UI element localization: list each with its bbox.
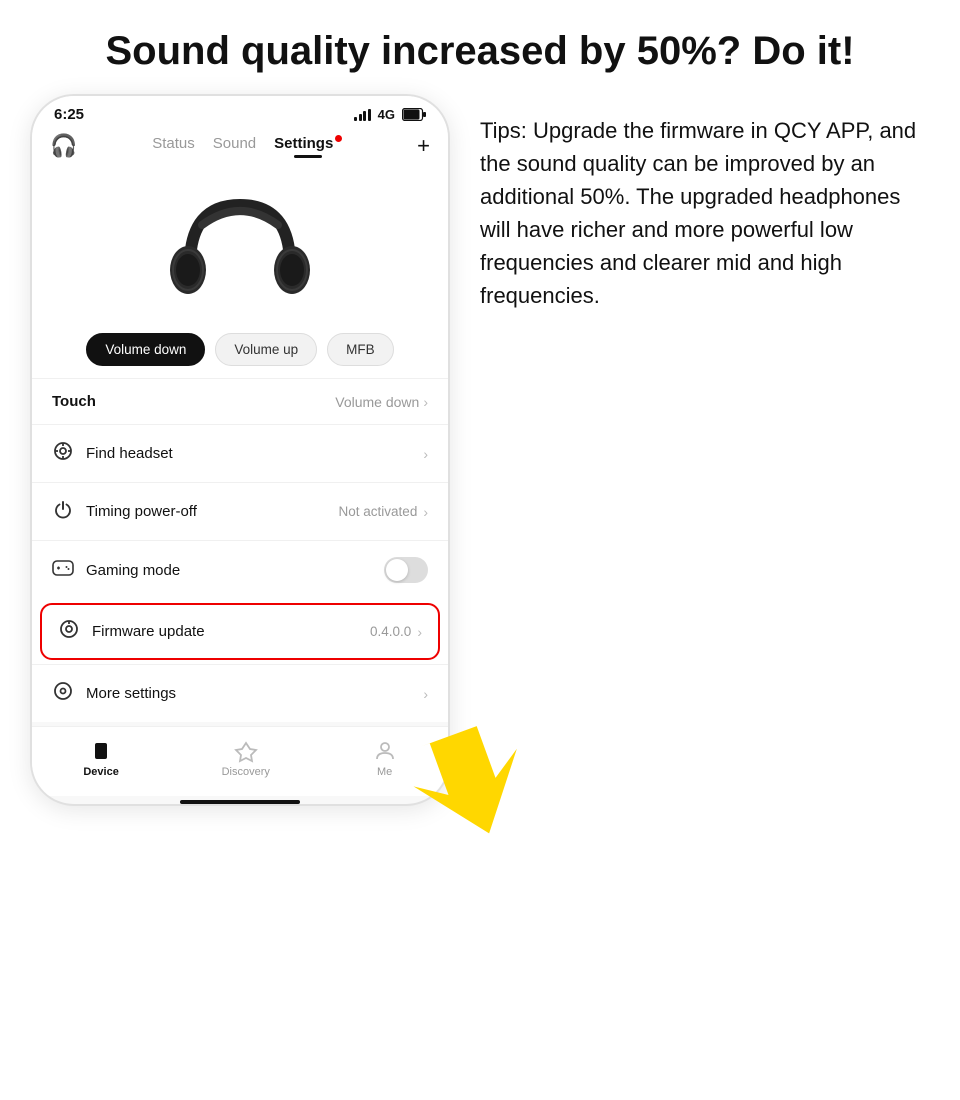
more-settings-chevron-icon: › xyxy=(423,686,428,702)
touch-row[interactable]: Touch Volume down › xyxy=(32,378,448,424)
signal-bars-icon xyxy=(354,109,371,121)
headset-nav-icon: 🎧 xyxy=(50,133,77,159)
firmware-update-label: Firmware update xyxy=(92,623,205,640)
status-icons: 4G xyxy=(354,107,426,122)
find-headset-left: Find headset xyxy=(52,441,173,466)
touch-chevron-icon: › xyxy=(423,394,428,410)
tab-settings[interactable]: SettingsSettings xyxy=(274,135,342,158)
gaming-mode-right xyxy=(384,557,428,583)
gaming-mode-icon xyxy=(52,560,74,581)
gaming-mode-label: Gaming mode xyxy=(86,562,180,579)
power-icon xyxy=(52,499,74,524)
battery-icon xyxy=(402,108,426,121)
timing-power-right: Not activated › xyxy=(339,504,428,520)
button-group: Volume down Volume up MFB xyxy=(32,325,448,378)
app-nav: 🎧 Status Sound SettingsSettings + xyxy=(32,127,448,159)
find-headset-label: Find headset xyxy=(86,445,173,462)
settings-dot xyxy=(335,135,342,142)
timing-power-value: Not activated xyxy=(339,504,418,519)
headset-image xyxy=(160,175,320,315)
status-bar: 6:25 4G xyxy=(32,96,448,127)
discovery-nav-label: Discovery xyxy=(222,766,270,778)
firmware-update-right: 0.4.0.0 › xyxy=(370,624,422,640)
arrow-container xyxy=(395,710,555,830)
timing-power-row[interactable]: Timing power-off Not activated › xyxy=(32,482,448,540)
add-button[interactable]: + xyxy=(417,133,430,159)
bottom-nav-me[interactable]: Me xyxy=(373,739,397,778)
gaming-mode-left: Gaming mode xyxy=(52,560,180,581)
yellow-arrow-icon xyxy=(395,710,555,840)
home-indicator xyxy=(180,800,300,804)
mfb-button[interactable]: MFB xyxy=(327,333,394,366)
touch-label: Touch xyxy=(52,393,96,410)
headset-area xyxy=(32,159,448,325)
me-nav-icon xyxy=(373,739,397,763)
me-nav-label: Me xyxy=(377,766,392,778)
tab-sound[interactable]: Sound xyxy=(213,135,256,158)
discovery-nav-icon xyxy=(234,739,258,763)
more-settings-right: › xyxy=(423,686,428,702)
firmware-update-icon xyxy=(58,619,80,644)
firmware-update-left: Firmware update xyxy=(58,619,205,644)
nav-tabs: Status Sound SettingsSettings xyxy=(152,135,342,158)
phone-mockup: 6:25 4G 🎧 Status xyxy=(30,94,450,806)
gaming-mode-row[interactable]: Gaming mode xyxy=(32,540,448,599)
find-headset-right: › xyxy=(423,446,428,462)
firmware-chevron-icon: › xyxy=(417,624,422,640)
toggle-knob xyxy=(386,559,408,581)
settings-list: Find headset › Timing power-off xyxy=(32,424,448,722)
content-area: 6:25 4G 🎧 Status xyxy=(0,94,960,806)
gaming-mode-toggle[interactable] xyxy=(384,557,428,583)
volume-up-button[interactable]: Volume up xyxy=(215,333,317,366)
tab-status[interactable]: Status xyxy=(152,135,195,158)
device-nav-icon xyxy=(89,739,113,763)
right-content: Tips: Upgrade the firmware in QCY APP, a… xyxy=(480,94,930,312)
volume-down-button[interactable]: Volume down xyxy=(86,333,205,366)
more-settings-row[interactable]: More settings › xyxy=(32,664,448,722)
more-settings-label: More settings xyxy=(86,685,176,702)
timing-power-chevron-icon: › xyxy=(423,504,428,520)
status-time: 6:25 xyxy=(54,106,84,123)
touch-value: Volume down › xyxy=(335,394,428,410)
more-settings-icon xyxy=(52,681,74,706)
firmware-update-row[interactable]: Firmware update 0.4.0.0 › xyxy=(40,603,440,660)
find-headset-chevron-icon: › xyxy=(423,446,428,462)
firmware-version: 0.4.0.0 xyxy=(370,624,411,639)
timing-power-label: Timing power-off xyxy=(86,503,197,520)
find-headset-row[interactable]: Find headset › xyxy=(32,424,448,482)
bottom-nav-device[interactable]: Device xyxy=(83,739,118,778)
timing-power-left: Timing power-off xyxy=(52,499,197,524)
4g-label: 4G xyxy=(378,107,395,122)
find-headset-icon xyxy=(52,441,74,466)
more-settings-left: More settings xyxy=(52,681,176,706)
device-nav-label: Device xyxy=(83,766,118,778)
bottom-nav: Device Discovery Me xyxy=(32,726,448,796)
tip-text: Tips: Upgrade the firmware in QCY APP, a… xyxy=(480,114,930,312)
bottom-nav-discovery[interactable]: Discovery xyxy=(222,739,270,778)
main-heading: Sound quality increased by 50%? Do it! xyxy=(0,0,960,94)
